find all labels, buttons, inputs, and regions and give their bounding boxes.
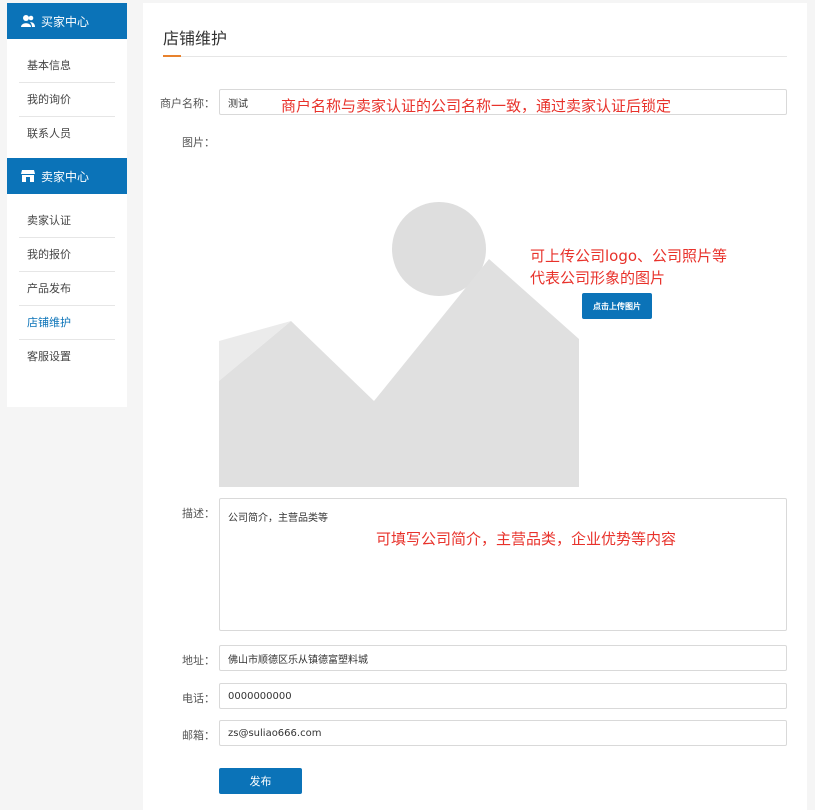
sidebar-item-basic-info[interactable]: 基本信息 <box>19 49 115 83</box>
buyer-menu: 基本信息 我的询价 联系人员 <box>7 39 127 151</box>
main-panel: 店铺维护 商户名称： 测试 商户名称与卖家认证的公司名称一致，通过卖家认证后锁定… <box>143 3 807 810</box>
description-label: 描述： <box>182 507 215 520</box>
phone-input[interactable]: 0000000000 <box>219 683 787 709</box>
page-title: 店铺维护 <box>163 29 228 48</box>
title-divider <box>163 56 787 57</box>
sidebar-item-seller-verification[interactable]: 卖家认证 <box>19 204 115 238</box>
image-placeholder[interactable] <box>219 191 579 487</box>
image-note-line1: 可上传公司logo、公司照片等 <box>530 247 728 265</box>
description-note: 可填写公司简介，主营品类，企业优势等内容 <box>376 530 677 548</box>
address-label: 地址： <box>182 654 215 667</box>
user-group-icon <box>21 14 35 28</box>
image-label: 图片： <box>182 136 215 149</box>
merchant-name-label: 商户名称： <box>160 97 215 110</box>
phone-label: 电话： <box>182 692 215 705</box>
store-icon <box>21 169 35 183</box>
buyer-center-header[interactable]: 买家中心 <box>7 3 127 39</box>
title-accent-bar <box>163 55 181 57</box>
sidebar-item-store-maintenance[interactable]: 店铺维护 <box>19 306 115 340</box>
sidebar-item-my-quotes[interactable]: 我的报价 <box>19 238 115 272</box>
upload-image-button[interactable]: 点击上传图片 <box>582 293 652 319</box>
sidebar-item-customer-service[interactable]: 客服设置 <box>19 340 115 374</box>
seller-center-header[interactable]: 卖家中心 <box>7 158 127 194</box>
publish-button[interactable]: 发布 <box>219 768 302 794</box>
sidebar-item-contacts[interactable]: 联系人员 <box>19 117 115 151</box>
buyer-center-label: 买家中心 <box>41 14 90 29</box>
email-input[interactable]: zs@suliao666.com <box>219 720 787 746</box>
image-note-line2: 代表公司形象的图片 <box>530 269 666 287</box>
sidebar-item-product-publish[interactable]: 产品发布 <box>19 272 115 306</box>
seller-menu: 卖家认证 我的报价 产品发布 店铺维护 客服设置 <box>7 194 127 374</box>
seller-center-label: 卖家中心 <box>41 169 90 184</box>
sidebar-item-my-inquiries[interactable]: 我的询价 <box>19 83 115 117</box>
merchant-name-note: 商户名称与卖家认证的公司名称一致，通过卖家认证后锁定 <box>281 97 672 115</box>
address-input[interactable]: 佛山市顺德区乐从镇德富塑料城 <box>219 645 787 671</box>
email-label: 邮箱： <box>182 729 215 742</box>
description-textarea[interactable]: 公司简介，主营品类等 <box>219 498 787 631</box>
sidebar: 买家中心 基本信息 我的询价 联系人员 卖家中心 卖家认证 我的报价 产品发布 … <box>7 3 127 407</box>
